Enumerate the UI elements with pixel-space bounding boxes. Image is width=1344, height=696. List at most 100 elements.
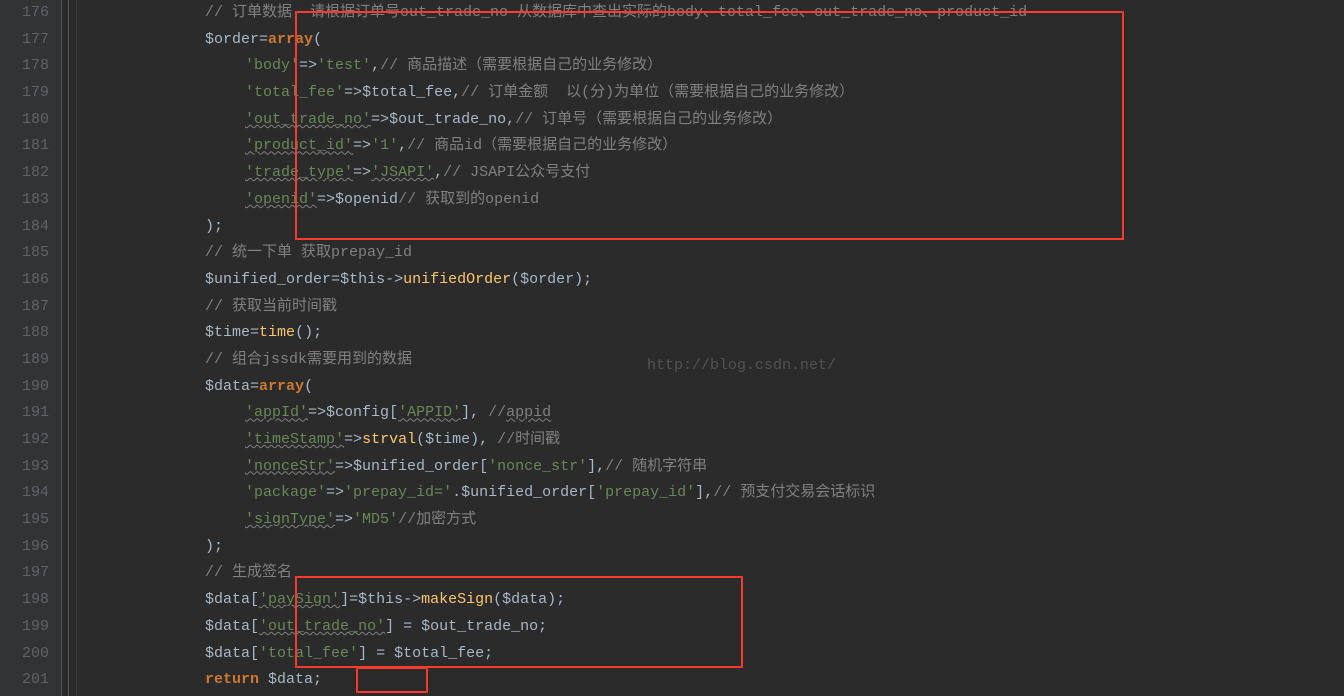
code-line[interactable]: 'signType'=>'MD5'//加密方式	[85, 507, 1344, 534]
comment: // 预支付交易会话标识	[713, 484, 875, 501]
variable: $unified_order	[353, 458, 479, 475]
comment: // 商品id（需要根据自己的业务修改）	[407, 137, 677, 154]
operator: =	[259, 31, 268, 48]
code-line[interactable]: $data['total_fee'] = $total_fee;	[85, 641, 1344, 668]
paren: );	[547, 591, 565, 608]
variable: $unified_order	[461, 484, 587, 501]
comma: ,	[596, 458, 605, 475]
bracket: [	[250, 618, 259, 635]
operator: =	[250, 378, 259, 395]
code-line[interactable]: // 订单数据 请根据订单号out_trade_no 从数据库中查出实际的bod…	[85, 0, 1344, 27]
code-line[interactable]: );	[85, 214, 1344, 241]
bracket: [	[250, 591, 259, 608]
code-line[interactable]: 'appId'=>$config['APPID'], //appid	[85, 400, 1344, 427]
comment: // 商品描述（需要根据自己的业务修改）	[380, 57, 662, 74]
operator: =>	[371, 111, 389, 128]
operator: =>	[353, 137, 371, 154]
line-number: 193	[22, 454, 49, 481]
variable: $data	[205, 591, 250, 608]
code-line[interactable]: 'openid'=>$openid// 获取到的openid	[85, 187, 1344, 214]
operator: =	[331, 271, 340, 288]
bracket: ]	[340, 591, 349, 608]
variable: $data	[268, 671, 313, 688]
function-call: strval	[362, 431, 416, 448]
keyword: array	[259, 378, 304, 395]
fold-column	[62, 0, 77, 696]
line-number: 183	[22, 187, 49, 214]
semicolon: ;	[313, 671, 322, 688]
operator: ->	[385, 271, 403, 288]
comment: // JSAPI公众号支付	[443, 164, 590, 181]
variable: $order	[205, 31, 259, 48]
code-line[interactable]: );	[85, 534, 1344, 561]
comment-word: appid	[506, 404, 551, 421]
code-line[interactable]: $data['out_trade_no'] = $out_trade_no;	[85, 614, 1344, 641]
bracket: [	[250, 645, 259, 662]
string-key: 'trade_type'	[245, 164, 353, 181]
code-area[interactable]: http://blog.csdn.net/ // 订单数据 请根据订单号out_…	[77, 0, 1344, 696]
string-key: 'signType'	[245, 511, 335, 528]
string-key: 'total_fee'	[259, 645, 358, 662]
operator: =	[367, 645, 394, 662]
line-number: 176	[22, 0, 49, 27]
code-line[interactable]: $data['paySign']=$this->makeSign($data);	[85, 587, 1344, 614]
comma: ,	[704, 484, 713, 501]
line-number: 198	[22, 587, 49, 614]
comment: // 订单金额 以(分)为单位（需要根据自己的业务修改）	[461, 84, 854, 101]
comment: // 获取当前时间戳	[205, 298, 337, 315]
operator: ->	[403, 591, 421, 608]
string-key: 'nonceStr'	[245, 458, 335, 475]
code-line[interactable]: $order=array(	[85, 27, 1344, 54]
line-number: 182	[22, 160, 49, 187]
variable: $time	[425, 431, 470, 448]
line-number: 194	[22, 480, 49, 507]
line-number: 180	[22, 107, 49, 134]
code-line[interactable]: 'trade_type'=>'JSAPI',// JSAPI公众号支付	[85, 160, 1344, 187]
string-value: '1'	[371, 137, 398, 154]
string-key: 'paySign'	[259, 591, 340, 608]
variable: $data	[205, 618, 250, 635]
code-line[interactable]: return $data;	[85, 667, 1344, 694]
line-number: 177	[22, 27, 49, 54]
code-line[interactable]: 'total_fee'=>$total_fee,// 订单金额 以(分)为单位（…	[85, 80, 1344, 107]
paren: (	[511, 271, 520, 288]
code-line[interactable]: 'product_id'=>'1',// 商品id（需要根据自己的业务修改）	[85, 133, 1344, 160]
variable: $out_trade_no	[421, 618, 538, 635]
code-line[interactable]: // 获取当前时间戳	[85, 294, 1344, 321]
line-number-gutter: 1761771781791801811821831841851861871881…	[0, 0, 62, 696]
code-line[interactable]: 'body'=>'test',// 商品描述（需要根据自己的业务修改）	[85, 53, 1344, 80]
code-line[interactable]: // 统一下单 获取prepay_id	[85, 240, 1344, 267]
operator: =	[394, 618, 421, 635]
bracket: [	[587, 484, 596, 501]
line-number: 188	[22, 320, 49, 347]
code-line[interactable]: // 生成签名	[85, 560, 1344, 587]
code-line[interactable]: 'timeStamp'=>strval($time), //时间戳	[85, 427, 1344, 454]
string-value: 'prepay_id='	[344, 484, 452, 501]
paren: );	[574, 271, 592, 288]
code-line[interactable]: $data=array(	[85, 374, 1344, 401]
variable: $openid	[335, 191, 398, 208]
line-number: 184	[22, 214, 49, 241]
paren: )	[470, 431, 479, 448]
paren: (	[493, 591, 502, 608]
code-line[interactable]: // 组合jssdk需要用到的数据	[85, 347, 1344, 374]
bracket: [	[389, 404, 398, 421]
operator: .	[452, 484, 461, 501]
comma: ,	[470, 404, 488, 421]
comment: // 生成签名	[205, 564, 292, 581]
string-key: 'product_id'	[245, 137, 353, 154]
variable: $time	[205, 324, 250, 341]
code-line[interactable]: 'out_trade_no'=>$out_trade_no,// 订单号（需要根…	[85, 107, 1344, 134]
comment: // 随机字符串	[605, 458, 707, 475]
paren: );	[205, 218, 223, 235]
comment: //时间戳	[497, 431, 560, 448]
code-line[interactable]: $time=time();	[85, 320, 1344, 347]
comment: // 获取到的openid	[398, 191, 539, 208]
code-line[interactable]: 'package'=>'prepay_id='.$unified_order['…	[85, 480, 1344, 507]
code-line[interactable]: $unified_order=$this->unifiedOrder($orde…	[85, 267, 1344, 294]
line-number: 200	[22, 641, 49, 668]
keyword: return	[205, 671, 268, 688]
operator: =>	[317, 191, 335, 208]
code-line[interactable]: 'nonceStr'=>$unified_order['nonce_str'],…	[85, 454, 1344, 481]
variable: $out_trade_no	[389, 111, 506, 128]
